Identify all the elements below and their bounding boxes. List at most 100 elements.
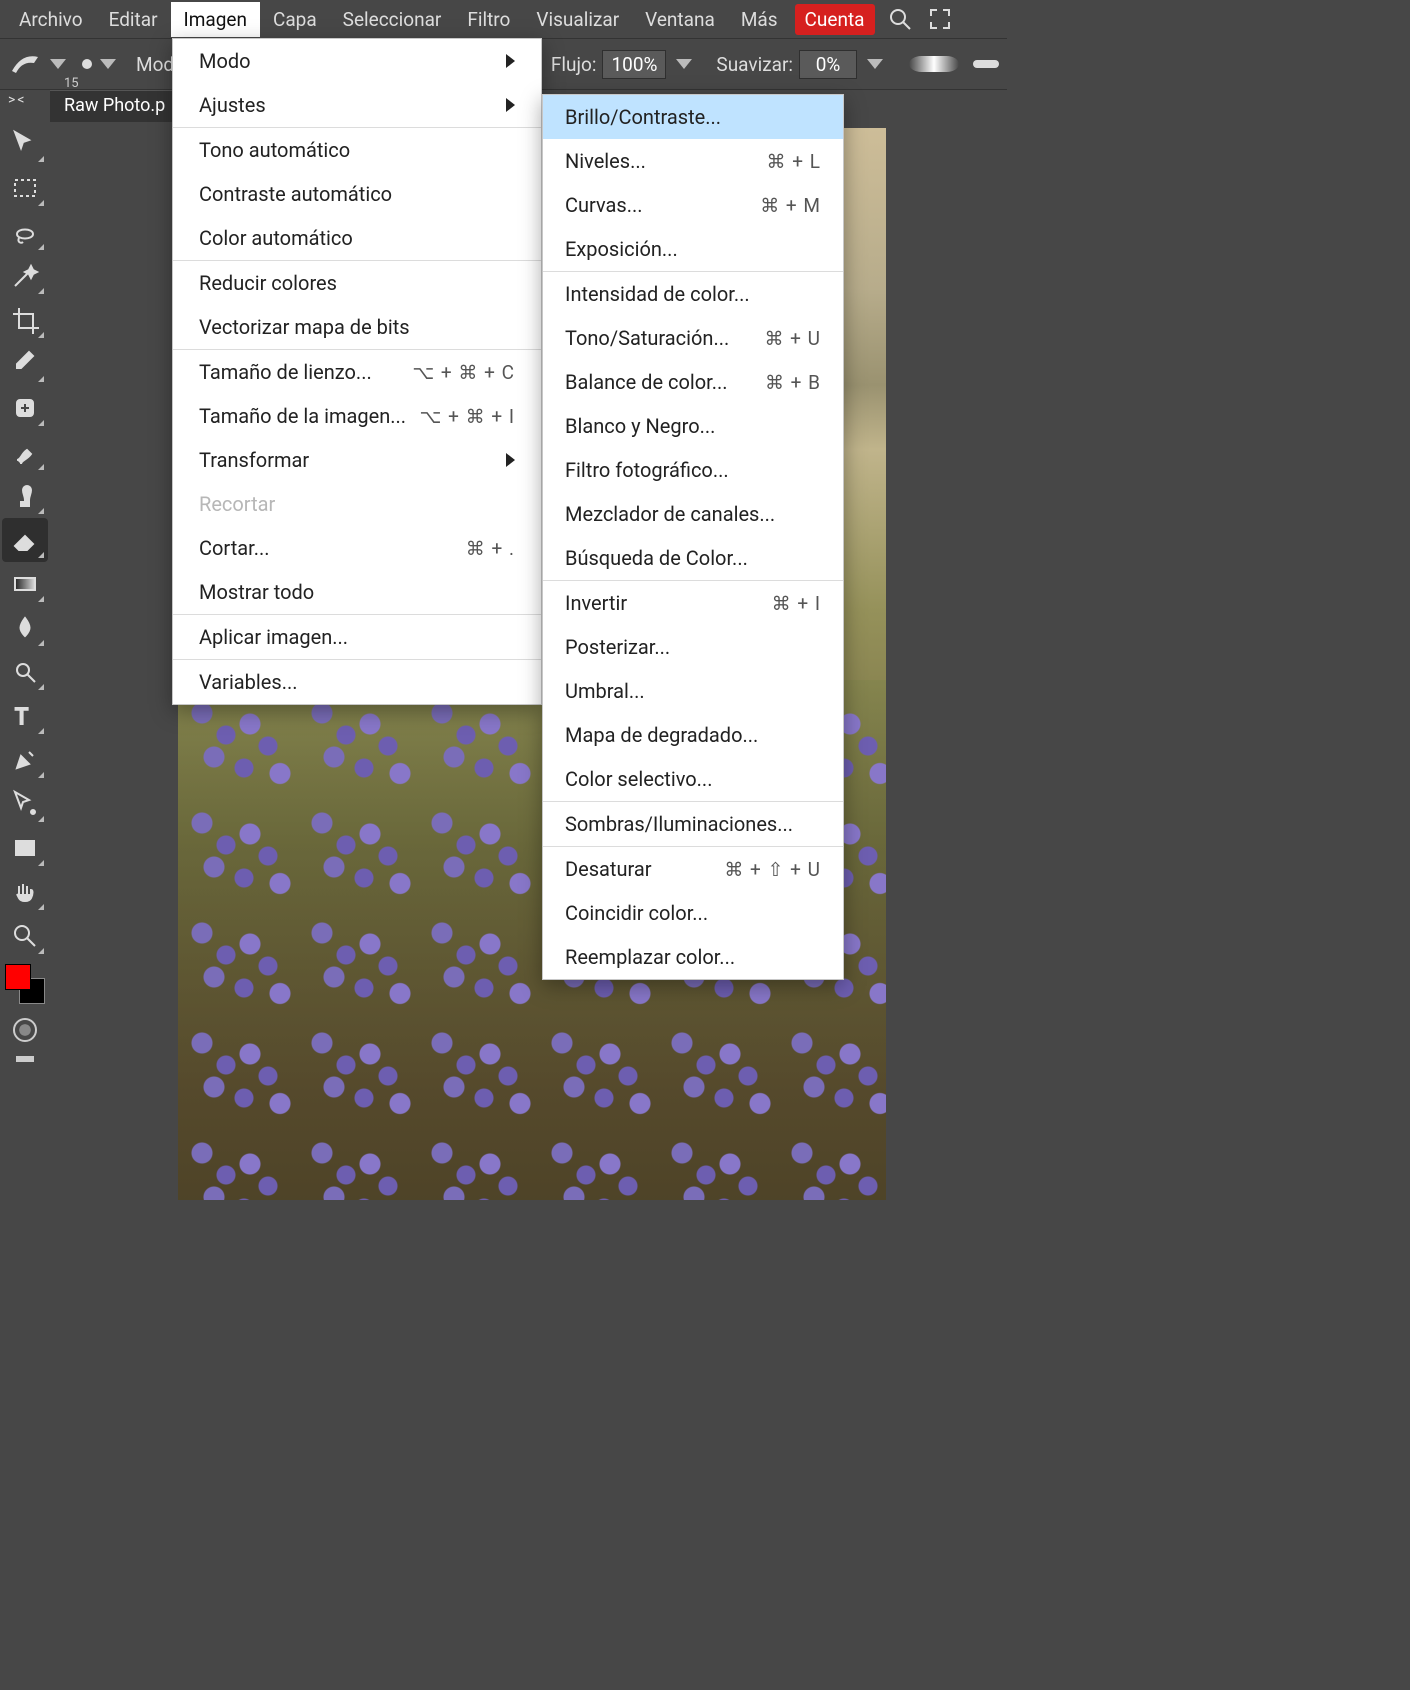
adjust-menu-item[interactable]: Sombras/Iluminaciones... <box>543 802 843 846</box>
image-menu-item[interactable]: Aplicar imagen... <box>173 615 541 659</box>
tool-rect-select[interactable] <box>2 166 48 210</box>
tool-move[interactable] <box>2 122 48 166</box>
menu-item-label: Brillo/Contraste... <box>565 105 721 129</box>
menu-imagen[interactable]: Imagen <box>171 2 260 37</box>
quick-mask-toggle[interactable] <box>13 1018 37 1042</box>
search-icon[interactable] <box>885 4 915 34</box>
account-button[interactable]: Cuenta <box>795 4 875 35</box>
tool-stamp[interactable] <box>2 474 48 518</box>
image-menu-item[interactable]: Tamaño de lienzo...⌥ + ⌘ + C <box>173 350 541 394</box>
document-tab[interactable]: Raw Photo.p <box>50 90 179 122</box>
image-menu-item[interactable]: Tono automático <box>173 128 541 172</box>
image-menu-item[interactable]: Variables... <box>173 660 541 704</box>
brush-preview[interactable] <box>8 49 66 79</box>
menubar: ArchivoEditarImagenCapaSeleccionarFiltro… <box>0 0 1007 38</box>
menu-seleccionar[interactable]: Seleccionar <box>330 2 455 37</box>
tool-eyedropper[interactable] <box>2 342 48 386</box>
tool-type[interactable]: T <box>2 694 48 738</box>
tool-lasso[interactable] <box>2 210 48 254</box>
suavizar-value[interactable]: 0% <box>799 50 857 79</box>
adjust-menu-item[interactable]: Coincidir color... <box>543 891 843 935</box>
tool-blur[interactable] <box>2 606 48 650</box>
image-menu-item[interactable]: Color automático <box>173 216 541 260</box>
adjust-menu-item[interactable]: Brillo/Contraste... <box>543 95 843 139</box>
menu-item-label: Búsqueda de Color... <box>565 546 748 570</box>
tool-wand[interactable] <box>2 254 48 298</box>
tool-shape[interactable] <box>2 826 48 870</box>
tool-brush[interactable] <box>2 430 48 474</box>
menu-item-label: Ajustes <box>199 93 266 117</box>
adjust-menu-item[interactable]: Mapa de degradado... <box>543 713 843 757</box>
adjust-menu-item[interactable]: Mezclador de canales... <box>543 492 843 536</box>
ruler-toggle[interactable]: >< <box>8 92 26 108</box>
adjust-menu-item[interactable]: Invertir⌘ + I <box>543 581 843 625</box>
adjust-menu-item[interactable]: Blanco y Negro... <box>543 404 843 448</box>
image-menu-item[interactable]: Tamaño de la imagen...⌥ + ⌘ + I <box>173 394 541 438</box>
menu-más[interactable]: Más <box>728 2 791 37</box>
adjust-menu-item[interactable]: Desaturar⌘ + ⇧ + U <box>543 847 843 891</box>
flujo-value[interactable]: 100% <box>602 50 666 79</box>
tool-path-select[interactable] <box>2 782 48 826</box>
mode-label: Mod <box>136 53 174 76</box>
color-swatch[interactable] <box>5 964 45 1004</box>
image-menu-item[interactable]: Transformar <box>173 438 541 482</box>
tool-crop[interactable] <box>2 298 48 342</box>
adjust-menu-item[interactable]: Exposición... <box>543 227 843 271</box>
menu-item-shortcut: ⌘ + ⇧ + U <box>724 858 821 881</box>
image-menu-item[interactable]: Cortar...⌘ + . <box>173 526 541 570</box>
menu-capa[interactable]: Capa <box>260 2 330 37</box>
menu-visualizar[interactable]: Visualizar <box>523 2 632 37</box>
menu-item-label: Exposición... <box>565 237 678 261</box>
chevron-down-icon <box>50 59 66 69</box>
screen-mode-toggle[interactable] <box>16 1056 34 1062</box>
adjust-menu-item[interactable]: Posterizar... <box>543 625 843 669</box>
tool-healing[interactable] <box>2 386 48 430</box>
menu-item-label: Tono automático <box>199 138 350 162</box>
image-menu-item[interactable]: Reducir colores <box>173 261 541 305</box>
fullscreen-icon[interactable] <box>925 4 955 34</box>
tool-dodge[interactable] <box>2 650 48 694</box>
brush-size-number: 15 <box>64 76 79 91</box>
image-menu-dropdown: Modo Ajustes Tono automático Contraste auto… <box>172 38 542 705</box>
adjust-menu-item[interactable]: Reemplazar color... <box>543 935 843 979</box>
menu-ventana[interactable]: Ventana <box>632 2 728 37</box>
image-menu-item[interactable]: Modo <box>173 39 541 83</box>
adjust-menu-item[interactable]: Intensidad de color... <box>543 272 843 316</box>
menu-item-label: Coincidir color... <box>565 901 708 925</box>
tool-eraser[interactable] <box>2 518 48 562</box>
menu-item-label: Tamaño de lienzo... <box>199 360 372 384</box>
menu-item-label: Vectorizar mapa de bits <box>199 315 410 339</box>
chevron-down-icon[interactable] <box>867 59 883 69</box>
menu-archivo[interactable]: Archivo <box>6 2 96 37</box>
tool-hand[interactable] <box>2 870 48 914</box>
image-menu-item[interactable]: Vectorizar mapa de bits <box>173 305 541 349</box>
tab-title: Raw Photo.p <box>64 95 165 116</box>
menu-item-label: Blanco y Negro... <box>565 414 715 438</box>
tool-zoom[interactable] <box>2 914 48 958</box>
menu-item-label: Balance de color... <box>565 370 728 394</box>
image-menu-item[interactable]: Ajustes <box>173 83 541 127</box>
menu-item-label: Variables... <box>199 670 298 694</box>
menu-filtro[interactable]: Filtro <box>454 2 523 37</box>
menu-item-label: Tono/Saturación... <box>565 326 729 350</box>
adjust-menu-item[interactable]: Filtro fotográfico... <box>543 448 843 492</box>
adjust-menu-item[interactable]: Curvas...⌘ + M <box>543 183 843 227</box>
adjust-menu-item[interactable]: Búsqueda de Color... <box>543 536 843 580</box>
menu-item-label: Invertir <box>565 591 627 615</box>
menu-item-label: Color automático <box>199 226 353 250</box>
tool-gradient[interactable] <box>2 562 48 606</box>
chevron-down-icon[interactable] <box>676 59 692 69</box>
menu-item-label: Posterizar... <box>565 635 670 659</box>
adjust-menu-item[interactable]: Tono/Saturación...⌘ + U <box>543 316 843 360</box>
adjust-menu-item[interactable]: Balance de color...⌘ + B <box>543 360 843 404</box>
brush-stroke-preview[interactable] <box>909 56 959 72</box>
menu-editar[interactable]: Editar <box>96 2 171 37</box>
menu-item-label: Transformar <box>199 448 309 472</box>
tool-pen[interactable] <box>2 738 48 782</box>
adjust-menu-item[interactable]: Umbral... <box>543 669 843 713</box>
image-menu-item[interactable]: Mostrar todo <box>173 570 541 614</box>
image-menu-item[interactable]: Contraste automático <box>173 172 541 216</box>
brush-size-control[interactable] <box>82 59 116 69</box>
adjust-menu-item[interactable]: Niveles...⌘ + L <box>543 139 843 183</box>
adjust-menu-item[interactable]: Color selectivo... <box>543 757 843 801</box>
